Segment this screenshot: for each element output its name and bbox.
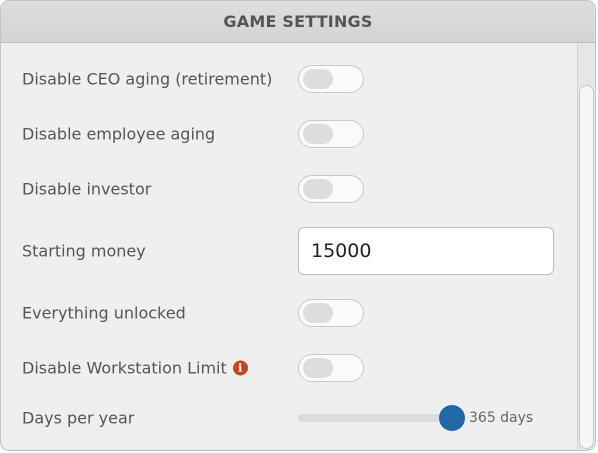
panel-header: GAME SETTINGS (1, 1, 595, 43)
panel-title: GAME SETTINGS (223, 12, 373, 31)
setting-row-disable-employee-aging: Disable employee aging (1, 114, 571, 154)
starting-money-input[interactable] (298, 227, 554, 275)
setting-label-group: Disable Workstation Limit i (22, 359, 248, 378)
setting-label: Disable investor (22, 179, 152, 199)
toggle-knob (303, 303, 333, 323)
scrollbar-thumb[interactable] (579, 85, 594, 449)
setting-label: Disable Workstation Limit (22, 358, 227, 378)
days-per-year-slider-track[interactable] (298, 414, 456, 422)
setting-label: Disable CEO aging (retirement) (22, 69, 273, 89)
setting-row-everything-unlocked: Everything unlocked (1, 293, 571, 333)
setting-row-disable-investor: Disable investor (1, 169, 571, 209)
setting-row-disable-workstation-limit: Disable Workstation Limit i (1, 348, 571, 388)
disable-investor-toggle[interactable] (298, 175, 364, 203)
everything-unlocked-toggle[interactable] (298, 299, 364, 327)
setting-label: Starting money (22, 241, 146, 261)
setting-label: Disable employee aging (22, 124, 216, 144)
setting-row-disable-ceo-aging: Disable CEO aging (retirement) (1, 59, 571, 99)
setting-row-starting-money: Starting money (1, 227, 571, 275)
days-per-year-slider-thumb[interactable] (439, 405, 465, 431)
game-settings-panel: GAME SETTINGS Disable CEO aging (retirem… (0, 0, 596, 451)
setting-label: Everything unlocked (22, 303, 186, 323)
days-per-year-value: 365 days (469, 410, 534, 426)
setting-label: Days per year (22, 408, 135, 428)
disable-ceo-aging-toggle[interactable] (298, 65, 364, 93)
info-icon[interactable]: i (232, 360, 248, 376)
disable-workstation-limit-toggle[interactable] (298, 354, 364, 382)
vertical-scrollbar[interactable] (577, 43, 595, 450)
toggle-knob (303, 69, 333, 89)
setting-row-days-per-year: Days per year 365 days (1, 398, 571, 438)
toggle-knob (303, 179, 333, 199)
toggle-knob (303, 124, 333, 144)
toggle-knob (303, 358, 333, 378)
disable-employee-aging-toggle[interactable] (298, 120, 364, 148)
